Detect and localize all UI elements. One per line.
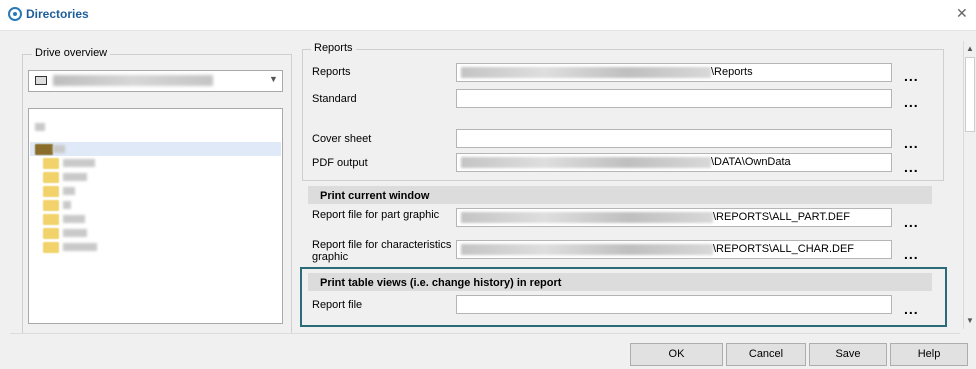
tree-item[interactable]	[63, 229, 87, 237]
browse-button[interactable]: ...	[904, 214, 919, 230]
drive-select[interactable]: ▼	[28, 70, 283, 92]
tree-item[interactable]	[63, 215, 85, 223]
title-bar: Directories ✕	[0, 0, 976, 31]
characteristics-graphic-label: Report file for characteristics graphic	[312, 239, 452, 263]
scroll-up-icon[interactable]: ▲	[964, 41, 976, 56]
tree-root[interactable]	[35, 123, 45, 131]
save-button[interactable]: Save	[809, 343, 887, 366]
cover-sheet-path-field[interactable]	[456, 129, 892, 148]
browse-button[interactable]: ...	[904, 301, 919, 317]
drive-icon	[35, 76, 47, 85]
path-suffix: \DATA\OwnData	[711, 156, 791, 168]
tree-item[interactable]	[63, 187, 75, 195]
scroll-down-icon[interactable]: ▼	[964, 313, 976, 328]
pdf-output-path-field[interactable]: \DATA\OwnData	[456, 153, 892, 172]
folder-tree[interactable]	[28, 108, 283, 324]
standard-label: Standard	[312, 93, 357, 105]
reports-path-field[interactable]: \Reports	[456, 63, 892, 82]
tree-row-selected[interactable]	[30, 142, 281, 156]
tree-item[interactable]	[63, 201, 71, 209]
print-current-window-heading: Print current window	[308, 186, 932, 204]
app-logo-icon	[8, 7, 22, 21]
folder-icon	[43, 214, 59, 225]
ok-button[interactable]: OK	[630, 343, 723, 366]
window-title: Directories	[26, 7, 89, 21]
path-redacted	[461, 212, 713, 223]
help-button[interactable]: Help	[890, 343, 968, 366]
drive-overview-label: Drive overview	[32, 47, 111, 59]
chevron-down-icon[interactable]: ▼	[269, 74, 278, 84]
folder-icon	[43, 158, 59, 169]
path-suffix: \Reports	[711, 66, 753, 78]
print-table-views-heading: Print table views (i.e. change history) …	[308, 273, 932, 291]
report-file-path-field[interactable]	[456, 295, 892, 314]
reports-label: Reports	[312, 66, 351, 78]
reports-group-label: Reports	[311, 42, 356, 54]
folder-icon	[43, 200, 59, 211]
tree-item[interactable]	[63, 243, 97, 251]
drive-select-value	[53, 75, 213, 86]
divider	[10, 333, 960, 334]
browse-button[interactable]: ...	[904, 68, 919, 84]
path-redacted	[461, 157, 711, 168]
browse-button[interactable]: ...	[904, 159, 919, 175]
part-graphic-path-field[interactable]: \REPORTS\ALL_PART.DEF	[456, 208, 892, 227]
folder-icon	[43, 228, 59, 239]
path-redacted	[461, 244, 713, 255]
cancel-button[interactable]: Cancel	[726, 343, 806, 366]
path-suffix: \REPORTS\ALL_PART.DEF	[713, 211, 850, 223]
browse-button[interactable]: ...	[904, 246, 919, 262]
report-file-label: Report file	[312, 299, 363, 311]
folder-icon	[43, 242, 59, 253]
standard-path-field[interactable]	[456, 89, 892, 108]
path-suffix: \REPORTS\ALL_CHAR.DEF	[713, 243, 855, 255]
tree-item[interactable]	[63, 159, 95, 167]
tree-item[interactable]	[53, 145, 65, 153]
cover-sheet-label: Cover sheet	[312, 133, 372, 145]
folder-icon	[43, 172, 59, 183]
folder-icon	[43, 186, 59, 197]
scroll-thumb[interactable]	[965, 57, 975, 132]
close-icon[interactable]: ✕	[956, 5, 968, 22]
pdf-output-label: PDF output	[312, 157, 368, 169]
tree-item[interactable]	[63, 173, 87, 181]
part-graphic-label: Report file for part graphic	[312, 209, 440, 221]
vertical-scrollbar[interactable]: ▲ ▼	[963, 41, 976, 329]
browse-button[interactable]: ...	[904, 135, 919, 151]
folder-icon	[35, 144, 53, 155]
browse-button[interactable]: ...	[904, 94, 919, 110]
path-redacted	[461, 67, 711, 78]
characteristics-graphic-path-field[interactable]: \REPORTS\ALL_CHAR.DEF	[456, 240, 892, 259]
